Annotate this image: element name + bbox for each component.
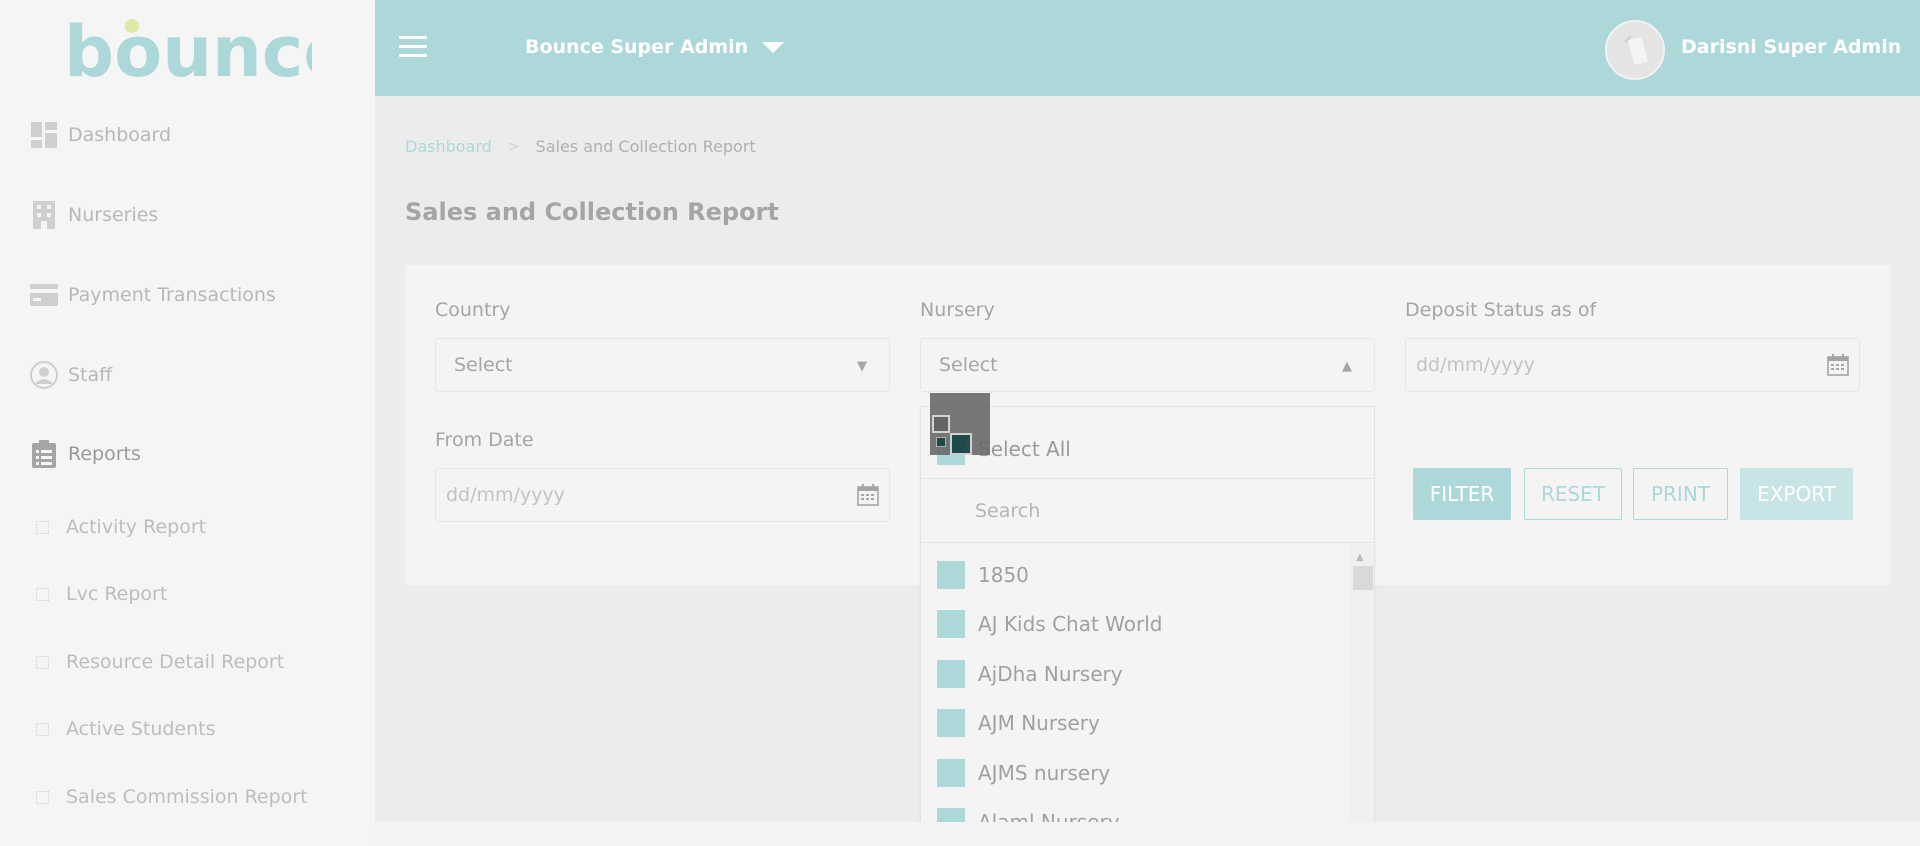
sidebar-item-label: Staff	[68, 364, 113, 386]
sidebar-item-dashboard[interactable]: Dashboard	[30, 121, 171, 149]
sidebar-subitem-activity-report[interactable]: Activity Report	[36, 516, 206, 538]
cursor-overlay	[930, 393, 990, 455]
org-name: Bounce Super Admin	[525, 36, 749, 58]
option-label: AJM Nursery	[978, 711, 1100, 735]
bullet-icon	[36, 722, 49, 736]
nursery-label: Nursery	[920, 299, 995, 321]
calendar-icon[interactable]	[1827, 354, 1849, 376]
caret-up-icon: ▲	[1342, 359, 1352, 374]
bounce-logo[interactable]: bounce	[64, 14, 312, 86]
list-item[interactable]: 1850	[937, 561, 1029, 589]
sidebar-item-label: Payment Transactions	[68, 284, 276, 306]
breadcrumb: Dashboard > Sales and Collection Report	[405, 137, 756, 156]
from-date-input[interactable]: dd/mm/yyyy	[435, 468, 890, 522]
sidebar-item-reports[interactable]: Reports	[30, 440, 141, 468]
deposit-status-placeholder: dd/mm/yyyy	[1416, 354, 1535, 376]
list-item[interactable]: AjDha Nursery	[937, 660, 1123, 688]
reset-button[interactable]: RESET	[1524, 468, 1622, 520]
sidebar-subitem-active-students[interactable]: Active Students	[36, 718, 216, 740]
sidebar: bounce Dashboard Nurseries Payment Trans…	[0, 0, 375, 846]
bullet-icon	[36, 790, 49, 804]
caret-down-icon: ▼	[857, 359, 867, 374]
option-label: AJ Kids Chat World	[978, 612, 1163, 636]
from-date-label: From Date	[435, 429, 534, 451]
avatar-image-icon	[1624, 35, 1648, 65]
sidebar-subitem-label: Resource Detail Report	[66, 651, 285, 673]
sidebar-subitem-label: Activity Report	[66, 516, 207, 538]
dropdown-search-input[interactable]	[921, 480, 1374, 542]
filter-button[interactable]: FILTER	[1413, 468, 1511, 520]
scroll-up-icon[interactable]: ▲	[1356, 552, 1364, 563]
option-checkbox[interactable]	[937, 610, 965, 638]
list-item[interactable]: AJMS nursery	[937, 759, 1110, 787]
option-checkbox[interactable]	[937, 561, 965, 589]
building-icon	[30, 201, 58, 229]
chevron-down-icon	[762, 41, 785, 53]
breadcrumb-dashboard-link[interactable]: Dashboard	[405, 137, 492, 156]
clipboard-icon	[30, 440, 58, 468]
deposit-status-label: Deposit Status as of	[1405, 299, 1597, 321]
nursery-dropdown: Select All 1850 AJ Kids Chat World AjDha…	[920, 406, 1375, 846]
breadcrumb-current: Sales and Collection Report	[535, 137, 756, 156]
option-label: AJMS nursery	[978, 761, 1111, 785]
user-name[interactable]: Darisni Super Admin	[1681, 36, 1901, 58]
bullet-icon	[36, 520, 49, 534]
country-select-value: Select	[454, 354, 513, 376]
page-title: Sales and Collection Report	[405, 198, 779, 226]
sidebar-item-staff[interactable]: Staff	[30, 361, 112, 389]
nursery-select-value: Select	[939, 354, 998, 376]
footer	[375, 822, 1920, 846]
nursery-select[interactable]: Select ▲	[920, 338, 1375, 392]
user-icon	[30, 361, 58, 389]
option-checkbox[interactable]	[937, 759, 965, 787]
option-checkbox[interactable]	[937, 709, 965, 737]
org-switcher[interactable]: Bounce Super Admin	[525, 36, 785, 58]
list-item[interactable]: AJ Kids Chat World	[937, 610, 1163, 638]
list-item[interactable]: AJM Nursery	[937, 709, 1100, 737]
option-label: AjDha Nursery	[978, 662, 1123, 686]
card-icon	[30, 281, 58, 309]
sidebar-subitem-label: Active Students	[66, 718, 216, 740]
option-checkbox[interactable]	[937, 660, 965, 688]
print-button[interactable]: PRINT	[1633, 468, 1728, 520]
sidebar-subitem-sales-commission-report[interactable]: Sales Commission Report	[36, 786, 308, 808]
sidebar-item-label: Reports	[68, 443, 141, 465]
hamburger-menu-icon[interactable]	[399, 36, 427, 58]
dropdown-search	[921, 480, 1374, 543]
sidebar-subitem-resource-detail-report[interactable]: Resource Detail Report	[36, 651, 284, 673]
sidebar-subitem-label: Lvc Report	[66, 583, 168, 605]
scrollbar-thumb[interactable]	[1353, 566, 1373, 590]
option-label: 1850	[978, 563, 1029, 587]
svg-text:bounce: bounce	[64, 14, 312, 86]
sidebar-subitem-lvc-report[interactable]: Lvc Report	[36, 583, 167, 605]
breadcrumb-separator: >	[507, 138, 520, 155]
dashboard-icon	[30, 121, 58, 149]
deposit-status-date-input[interactable]: dd/mm/yyyy	[1405, 338, 1860, 392]
nursery-options-list: 1850 AJ Kids Chat World AjDha Nursery AJ…	[921, 544, 1348, 845]
export-button[interactable]: EXPORT	[1740, 468, 1853, 520]
from-date-placeholder: dd/mm/yyyy	[446, 484, 565, 506]
calendar-icon[interactable]	[857, 484, 879, 506]
country-label: Country	[435, 299, 511, 321]
sidebar-item-nurseries[interactable]: Nurseries	[30, 201, 158, 229]
bullet-icon	[36, 655, 49, 669]
sidebar-subitem-label: Sales Commission Report	[66, 786, 308, 808]
sidebar-item-label: Dashboard	[68, 124, 172, 146]
dropdown-scrollbar[interactable]: ▲	[1349, 544, 1374, 845]
sidebar-item-label: Nurseries	[68, 204, 159, 226]
select-all-label: Select All	[978, 437, 1071, 461]
top-header: Bounce Super Admin Darisni Super Admin	[375, 0, 1920, 96]
avatar[interactable]	[1605, 20, 1665, 80]
bullet-icon	[36, 587, 49, 601]
sidebar-item-payment-transactions[interactable]: Payment Transactions	[30, 281, 276, 309]
country-select[interactable]: Select ▼	[435, 338, 890, 392]
